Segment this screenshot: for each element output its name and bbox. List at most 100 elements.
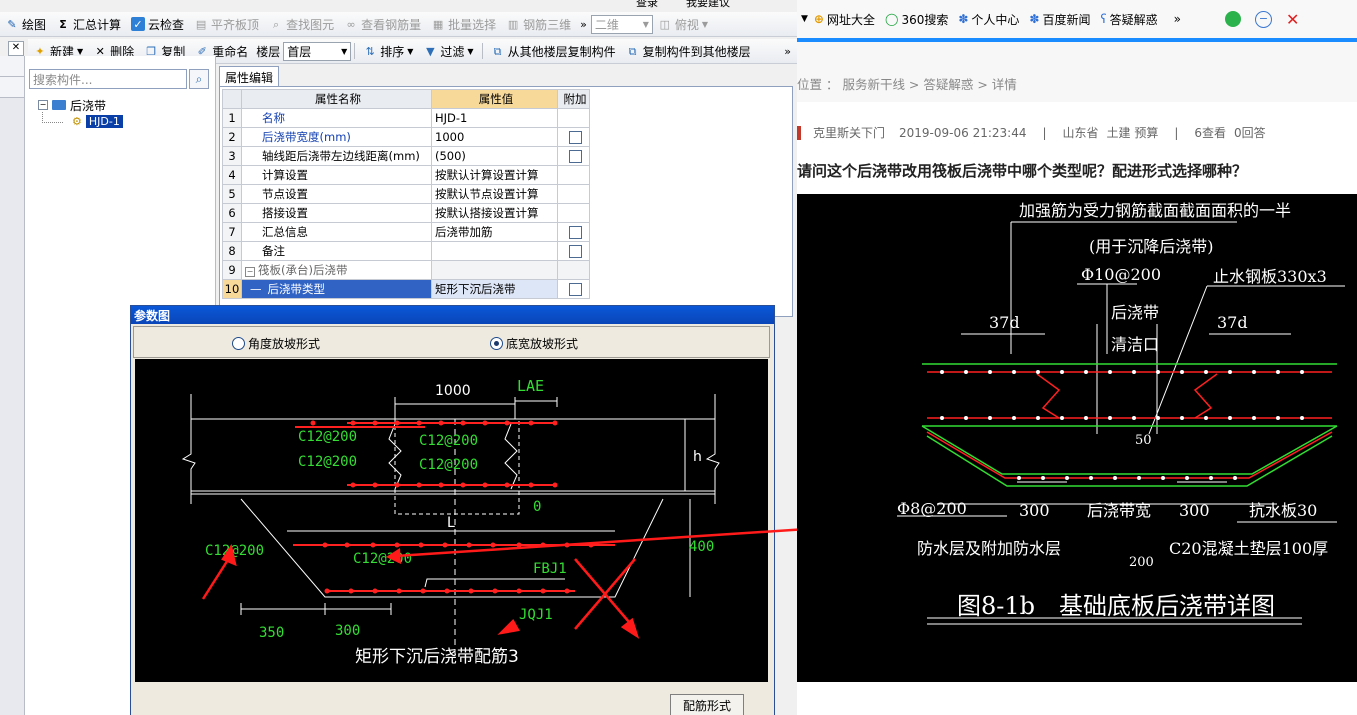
table-row[interactable]: 10 — 后浇带类型 矩形下沉后浇带: [222, 279, 590, 299]
property-value[interactable]: [431, 260, 558, 280]
top-fragment-a[interactable]: 查录: [636, 0, 658, 9]
copy-to-floor-button[interactable]: ⧉ 复制构件到其他楼层: [621, 40, 756, 62]
property-extra[interactable]: [557, 279, 590, 299]
minimize-icon[interactable]: −: [1254, 10, 1272, 28]
top-fragment-b[interactable]: 我要建议: [686, 0, 730, 9]
property-name[interactable]: 名称: [241, 108, 432, 128]
draw-button[interactable]: ✎ 绘图: [0, 13, 51, 35]
radio-bottom-width-slope[interactable]: 底宽放坡形式: [490, 335, 578, 352]
extra-checkbox[interactable]: [568, 282, 582, 296]
rebar-form-button[interactable]: 配筋形式: [670, 694, 744, 715]
property-value[interactable]: 按默认节点设置计算: [431, 184, 558, 204]
search-button[interactable]: ⌕: [189, 69, 209, 89]
column-header-name[interactable]: 属性名称: [241, 89, 432, 109]
property-value[interactable]: HJD-1: [431, 108, 558, 128]
property-name[interactable]: 计算设置: [241, 165, 432, 185]
toolbar-overflow-icon[interactable]: »: [580, 18, 587, 31]
close-icon[interactable]: ✕: [1286, 10, 1299, 29]
bookmark-nav[interactable]: ⊕ 网址大全: [814, 11, 875, 28]
property-name[interactable]: − 筏板(承台)后浇带: [241, 260, 432, 280]
author-name[interactable]: 克里斯关下门: [813, 124, 885, 141]
copy-from-floor-button[interactable]: ⧉ 从其他楼层复制构件: [486, 40, 621, 62]
bookmark-personal[interactable]: ✽ 个人中心: [958, 11, 1019, 28]
view-mode-select[interactable]: 二维 ▼: [590, 14, 653, 34]
toolbar-overflow-icon[interactable]: »: [784, 45, 791, 58]
property-value[interactable]: 矩形下沉后浇带: [431, 279, 558, 299]
property-name[interactable]: 备注: [241, 241, 432, 261]
table-row[interactable]: 6 搭接设置 按默认搭接设置计算: [222, 203, 590, 223]
extra-checkbox[interactable]: [568, 244, 582, 258]
bookmark-baidu-news[interactable]: ✽ 百度新闻: [1029, 11, 1090, 28]
property-extra[interactable]: [557, 222, 590, 242]
filter-button[interactable]: ▼ 过滤 ▼: [418, 40, 478, 62]
bookmark-overflow-icon[interactable]: »: [1174, 12, 1181, 26]
search-input[interactable]: 搜索构件...: [29, 69, 187, 89]
property-name[interactable]: 节点设置: [241, 184, 432, 204]
property-name[interactable]: 汇总信息: [241, 222, 432, 242]
sort-button[interactable]: ⇅ 排序 ▼: [358, 40, 418, 62]
tree-item-hjd-1[interactable]: ⚙ HJD-1: [72, 114, 123, 129]
rebar-3d-button[interactable]: ▥ 钢筋三维: [501, 13, 576, 35]
find-element-button[interactable]: ⌕ 查找图元: [264, 13, 339, 35]
strip-tab[interactable]: [0, 77, 24, 98]
property-value[interactable]: 1000: [431, 127, 558, 147]
cad-rebar-dot: [964, 370, 968, 374]
cloud-check-button[interactable]: ✓ 云检查: [126, 13, 189, 35]
breadcrumb[interactable]: 位置 ： 服务新干线 > 答疑解惑 > 详情: [797, 74, 1017, 93]
rebar-dot: [370, 542, 376, 548]
table-row[interactable]: 3 轴线距后浇带左边线距离(mm) (500): [222, 146, 590, 166]
table-row[interactable]: 7 汇总信息 后浇带加筋: [222, 222, 590, 242]
align-top-button[interactable]: ▤ 平齐板顶: [189, 13, 264, 35]
property-value[interactable]: 后浇带加筋: [431, 222, 558, 242]
chevron-down-icon[interactable]: ▼: [801, 14, 808, 24]
strip-tab[interactable]: [0, 56, 24, 77]
property-value[interactable]: (500): [431, 146, 558, 166]
floor-select[interactable]: 首层 ▼: [283, 41, 352, 61]
property-name[interactable]: — 后浇带类型: [241, 279, 432, 299]
diagram-canvas: C12@200 C12@200 C12@200 C12@200 LAE 0 C1…: [135, 359, 768, 682]
rebar-view-button[interactable]: ∞ 查看钢筋量: [339, 13, 426, 35]
property-value[interactable]: 按默认搭接设置计算: [431, 203, 558, 223]
table-row[interactable]: 8 备注: [222, 241, 590, 261]
property-name[interactable]: 轴线距后浇带左边线距离(mm): [241, 146, 432, 166]
table-row[interactable]: 2 后浇带宽度(mm) 1000: [222, 127, 590, 147]
property-value[interactable]: 按默认计算设置计算: [431, 165, 558, 185]
tree-root[interactable]: − 后浇带: [38, 97, 106, 113]
cad-clean-port: 清洁口: [1111, 335, 1159, 354]
close-icon[interactable]: ✕: [8, 41, 24, 56]
row-number: 8: [222, 241, 242, 261]
collapse-icon[interactable]: −: [245, 267, 255, 277]
bulb-icon: ʕ: [1100, 12, 1107, 26]
cad-200: 200: [1129, 555, 1154, 570]
sum-calc-button[interactable]: Σ 汇总计算: [51, 13, 126, 35]
tab-property-edit[interactable]: 属性编辑: [219, 66, 279, 87]
bookmark-qa[interactable]: ʕ 答疑解惑: [1101, 11, 1158, 28]
extra-checkbox[interactable]: [568, 225, 582, 239]
table-row[interactable]: 9− 筏板(承台)后浇带: [222, 260, 590, 280]
column-header-value[interactable]: 属性值: [431, 89, 558, 109]
property-extra[interactable]: [557, 127, 590, 147]
property-value[interactable]: [431, 241, 558, 261]
radio-angle-slope[interactable]: 角度放坡形式: [232, 335, 320, 352]
batch-select-button[interactable]: ▦ 批量选择: [426, 13, 501, 35]
top-view-icon: ◫: [659, 17, 671, 31]
cad-rebar-dot: [1060, 416, 1064, 420]
table-row[interactable]: 4 计算设置 按默认计算设置计算: [222, 165, 590, 185]
green-status-icon[interactable]: [1224, 11, 1241, 27]
dialog-title[interactable]: 参数图: [131, 306, 774, 324]
table-row[interactable]: 1 名称 HJD-1: [222, 108, 590, 128]
label-h: h: [693, 449, 702, 465]
column-header-extra[interactable]: 附加: [557, 89, 590, 109]
property-name[interactable]: 后浇带宽度(mm): [241, 127, 432, 147]
align-top-icon: ▤: [195, 17, 207, 31]
table-row[interactable]: 5 节点设置 按默认节点设置计算: [222, 184, 590, 204]
collapse-icon[interactable]: −: [38, 100, 48, 110]
property-extra[interactable]: [557, 146, 590, 166]
extra-checkbox[interactable]: [568, 149, 582, 163]
property-name[interactable]: 搭接设置: [241, 203, 432, 223]
cad-rebar-dot: [1036, 370, 1040, 374]
bookmark-360[interactable]: ◯ 360搜索: [885, 11, 948, 28]
extra-checkbox[interactable]: [568, 130, 582, 144]
property-extra[interactable]: [557, 241, 590, 261]
top-view-button[interactable]: ◫ 俯视 ▼: [653, 13, 713, 35]
